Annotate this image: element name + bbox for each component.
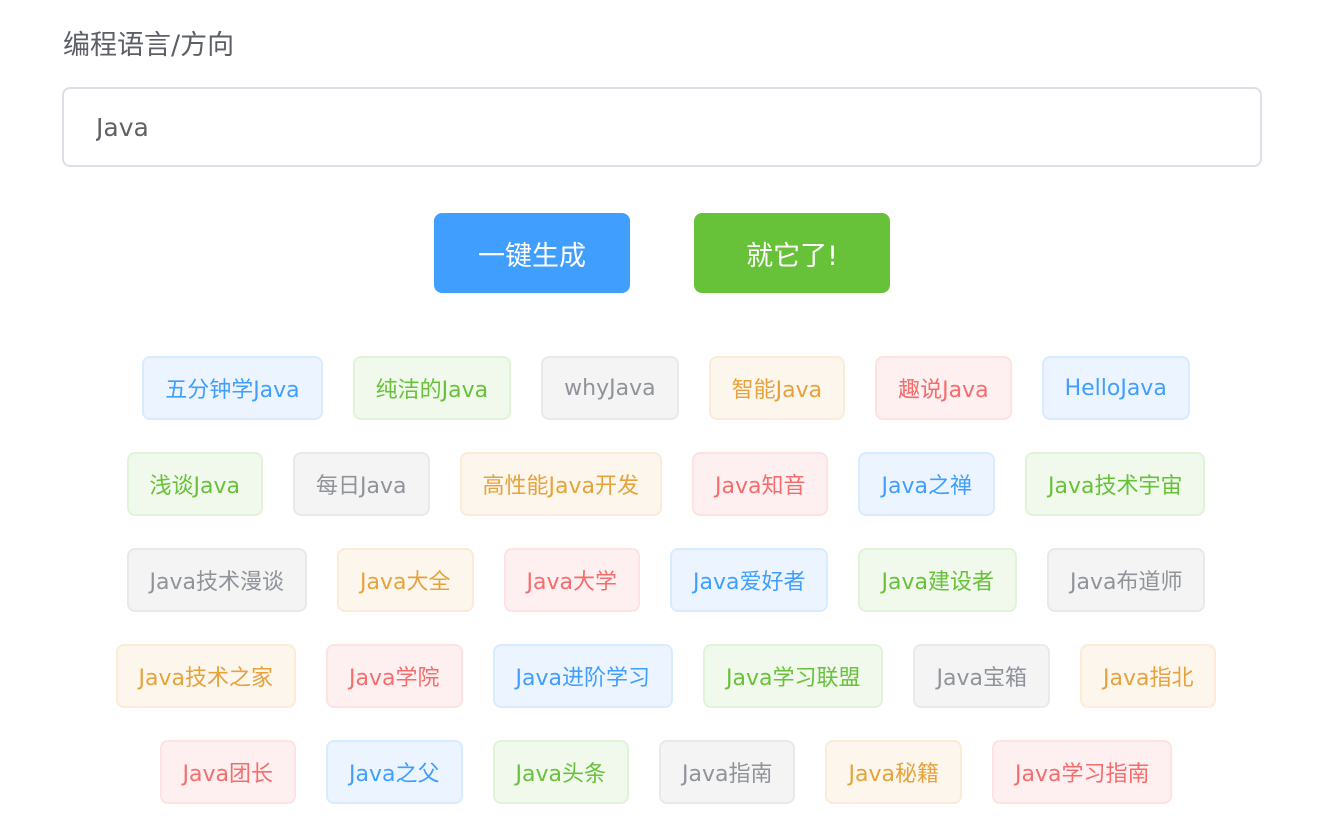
name-tag[interactable]: Java进阶学习 — [492, 644, 673, 708]
name-tag-list: 五分钟学Java 纯洁的Java whyJava 智能Java 趣说Java HelloJ… — [0, 0, 1332, 826]
name-tag[interactable]: Java指南 — [659, 740, 796, 804]
name-tag[interactable]: Java头条 — [492, 740, 629, 804]
tag-row: 五分钟学Java 纯洁的Java whyJava 智能Java 趣说Java HelloJ… — [0, 356, 1332, 420]
name-tag[interactable]: 高性能Java开发 — [459, 452, 662, 516]
name-tag[interactable]: Java秘籍 — [825, 740, 962, 804]
name-tag[interactable]: 纯洁的Java — [352, 356, 512, 420]
name-tag[interactable]: 智能Java — [708, 356, 846, 420]
name-tag[interactable]: Java宝箱 — [913, 644, 1050, 708]
name-tag[interactable]: Java之禅 — [858, 452, 995, 516]
tag-row: 浅谈Java 每日Java 高性能Java开发 Java知音 Java之禅 Java技术宇… — [0, 452, 1332, 516]
name-tag[interactable]: Java建设者 — [858, 548, 1017, 612]
name-tag[interactable]: Java团长 — [159, 740, 297, 804]
name-tag[interactable]: Java爱好者 — [670, 548, 829, 612]
name-tag[interactable]: whyJava — [541, 356, 679, 420]
name-tag[interactable]: 五分钟学Java — [142, 356, 323, 420]
name-tag[interactable]: 每日Java — [293, 452, 430, 516]
name-tag[interactable]: Java知音 — [692, 452, 829, 516]
tag-row: Java技术漫谈 Java大全 Java大学 Java爱好者 Java建设者 Java布道… — [0, 548, 1332, 612]
tag-row: Java技术之家 Java学院 Java进阶学习 Java学习联盟 Java宝箱 Java… — [0, 644, 1332, 708]
name-tag[interactable]: Java指北 — [1079, 644, 1217, 708]
name-tag[interactable]: Java大全 — [337, 548, 474, 612]
name-tag[interactable]: Java布道师 — [1046, 548, 1206, 612]
name-tag[interactable]: 趣说Java — [875, 356, 1012, 420]
name-tag[interactable]: Java学习联盟 — [703, 644, 884, 708]
name-tag[interactable]: Java技术之家 — [115, 644, 297, 708]
name-tag[interactable]: Java学习指南 — [991, 740, 1173, 804]
name-tag[interactable]: Java学院 — [326, 644, 463, 708]
name-tag[interactable]: Java技术宇宙 — [1024, 452, 1206, 516]
name-tag[interactable]: HelloJava — [1041, 356, 1190, 420]
name-tag[interactable]: Java技术漫谈 — [126, 548, 308, 612]
name-tag[interactable]: 浅谈Java — [126, 452, 264, 516]
tag-row: Java团长 Java之父 Java头条 Java指南 Java秘籍 Java学习指南 — [0, 740, 1332, 804]
name-tag[interactable]: Java大学 — [503, 548, 640, 612]
name-tag[interactable]: Java之父 — [326, 740, 463, 804]
